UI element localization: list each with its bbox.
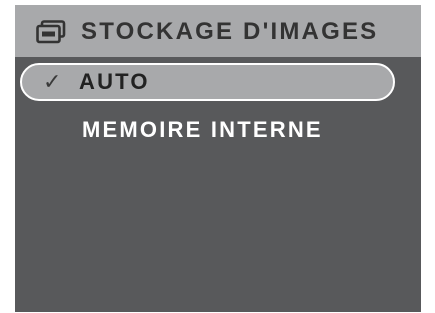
option-label: MEMOIRE INTERNE	[82, 117, 323, 142]
menu-title: STOCKAGE D'IMAGES	[81, 18, 379, 45]
option-auto[interactable]: ✓ AUTO	[20, 63, 395, 101]
camera-menu-screen: STOCKAGE D'IMAGES ✓ AUTO MEMOIRE INTERNE	[15, 5, 421, 312]
option-label: AUTO	[79, 69, 150, 94]
check-mark-icon: ✓	[43, 70, 62, 95]
option-internal-memory[interactable]: MEMOIRE INTERNE	[20, 112, 395, 150]
image-storage-icon	[36, 20, 66, 44]
menu-header: STOCKAGE D'IMAGES	[15, 5, 421, 57]
